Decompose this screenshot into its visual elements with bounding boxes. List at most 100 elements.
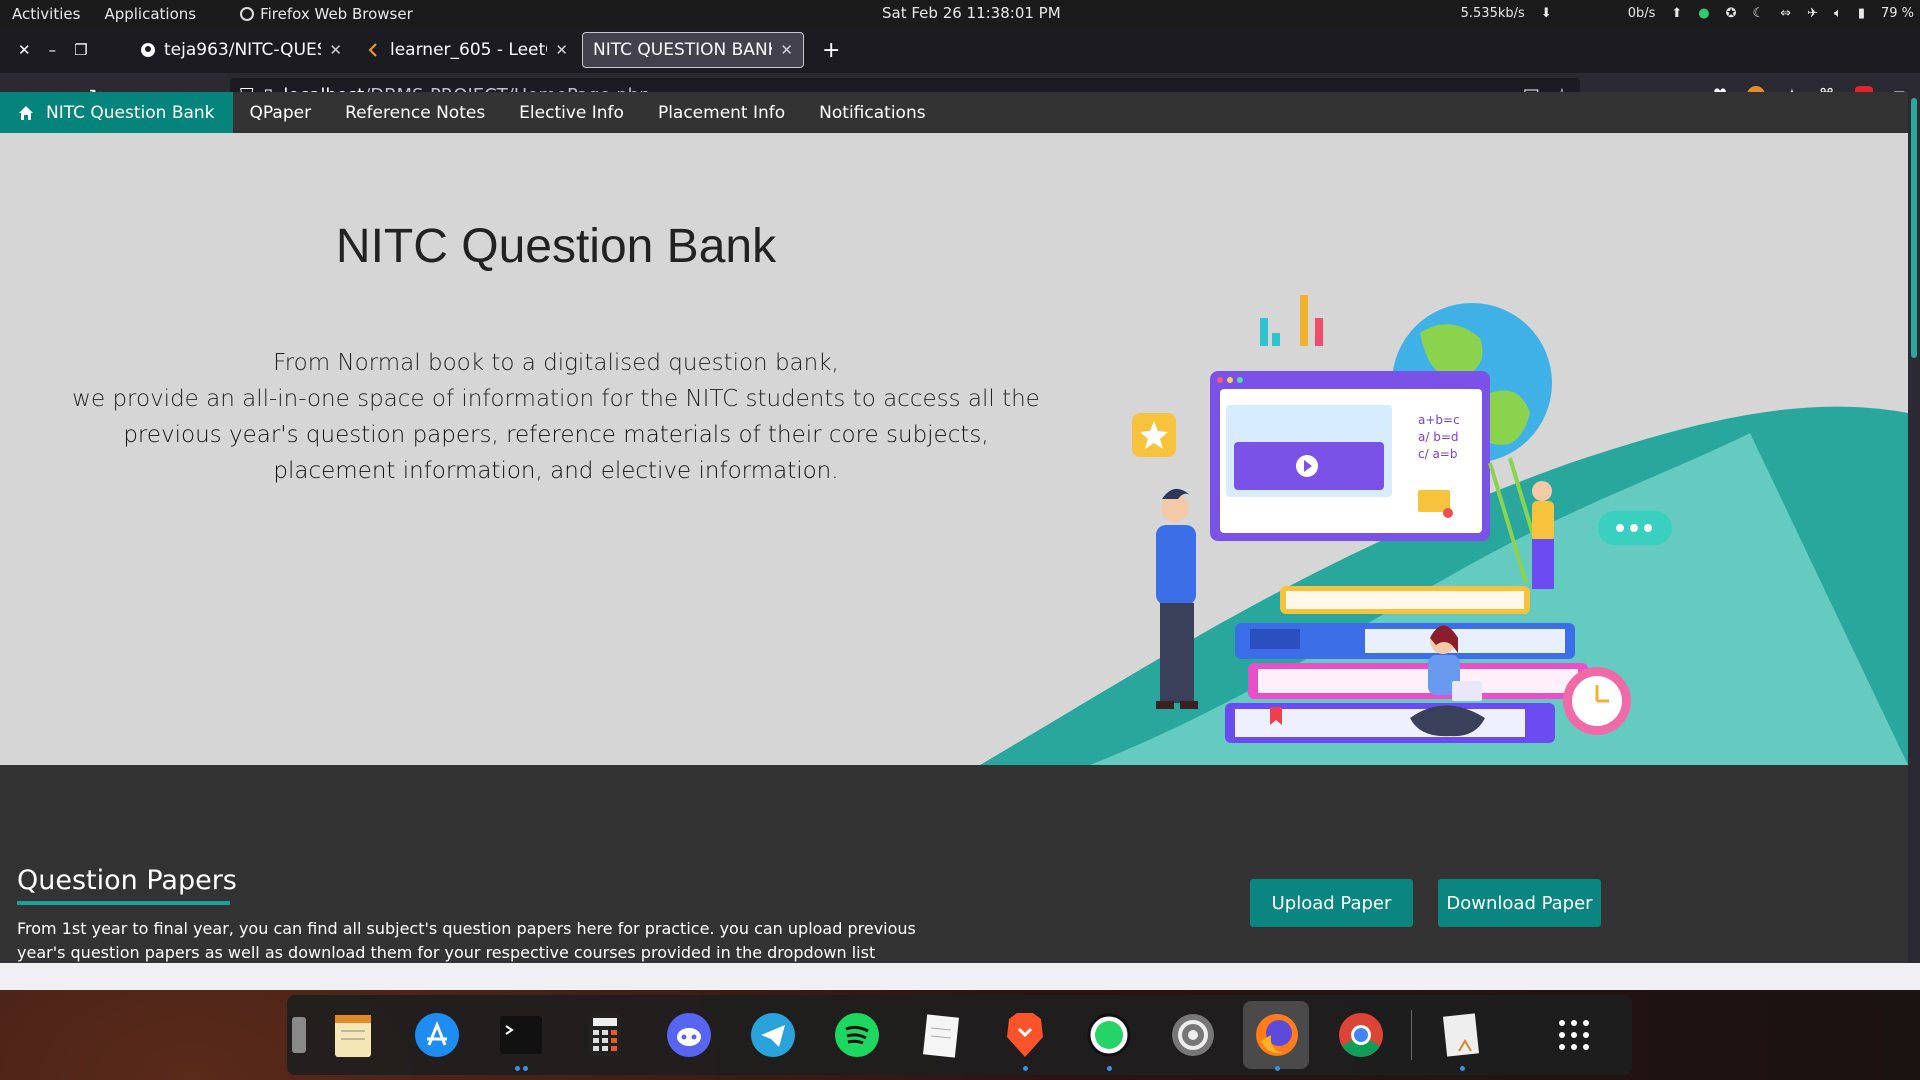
close-window-icon[interactable]: ✕: [18, 41, 31, 59]
home-icon: [19, 105, 33, 120]
network-icon[interactable]: ⇔: [1780, 6, 1791, 21]
formula-3: c/ a=b: [1418, 447, 1457, 461]
calculator-icon: [589, 1014, 621, 1056]
discord-icon: [667, 1013, 711, 1057]
brave-icon: [1007, 1013, 1043, 1057]
hero-section: NITC Question Bank From Normal book to a…: [0, 133, 1908, 765]
dock-firefox[interactable]: [1235, 995, 1319, 1075]
text-editor-icon: [335, 1015, 371, 1057]
page-scrollbar[interactable]: [1908, 92, 1920, 963]
close-tab-icon[interactable]: ✕: [329, 41, 342, 59]
battery-icon[interactable]: ▮: [1858, 6, 1865, 21]
dock-whatsapp[interactable]: [1067, 995, 1151, 1075]
telegram-icon: [751, 1013, 795, 1057]
files-icon: [292, 1017, 306, 1053]
dock-separator: [1411, 1010, 1412, 1060]
app-store-icon: [415, 1013, 459, 1057]
hero-title: NITC Question Bank: [335, 220, 777, 273]
net-down-speed: 5.535kb/s: [1460, 6, 1525, 21]
whatsapp-tray-icon[interactable]: ●: [1698, 6, 1709, 21]
dock-document-viewer[interactable]: [1420, 995, 1504, 1075]
clock[interactable]: Sat Feb 26 11:38:01 PM: [882, 4, 1061, 22]
whatsapp-icon: [1087, 1013, 1131, 1057]
nav-reference-notes[interactable]: Reference Notes: [328, 103, 502, 123]
dock-brave[interactable]: [983, 995, 1067, 1075]
notes-icon: [922, 1014, 960, 1058]
hero-illustration: a+b=c a/ b=d c/ a=b: [980, 295, 1908, 765]
show-apps-grid-icon: [1559, 1020, 1589, 1050]
nav-qpaper[interactable]: QPaper: [233, 103, 329, 123]
tab-title: teja963/NITC-QUEST: [164, 40, 322, 60]
tab-title: NITC QUESTION BANK: [593, 40, 773, 60]
dock-telegram[interactable]: [731, 995, 815, 1075]
tab-title: learner_605 - LeetCo: [390, 40, 547, 60]
chrome-icon: [1339, 1013, 1383, 1057]
spotify-icon: [835, 1013, 879, 1057]
nav-elective-info[interactable]: Elective Info: [502, 103, 641, 123]
restore-window-icon[interactable]: ❐: [74, 41, 87, 59]
system-tray: 5.535kb/s ⬇ 0b/s ⬆ ● ✪ ☾ ⇔ ✈ 🔈︎ ▮ 79 %: [1461, 0, 1914, 27]
applications-menu[interactable]: Applications: [92, 5, 208, 23]
dock-calculator[interactable]: [563, 995, 647, 1075]
accessibility-icon[interactable]: ✪: [1726, 6, 1737, 21]
settings-icon: [1172, 1014, 1214, 1056]
system-topbar: Activities Applications Firefox Web Brow…: [0, 0, 1920, 27]
site-navbar: NITC Question Bank QPaper Reference Note…: [0, 92, 1908, 133]
activities-button[interactable]: Activities: [0, 5, 92, 23]
dock-spotify[interactable]: [815, 995, 899, 1075]
section-text-line: From 1st year to final year, you can fin…: [17, 919, 916, 938]
focused-app-label: Firefox Web Browser: [260, 4, 413, 23]
minimize-window-icon[interactable]: –: [49, 41, 57, 59]
download-arrow-icon: ⬇: [1540, 6, 1552, 21]
section-description: From 1st year to final year, you can fin…: [17, 917, 977, 963]
close-tab-icon[interactable]: ✕: [780, 41, 793, 59]
tab-github[interactable]: teja963/NITC-QUEST ✕: [130, 32, 352, 68]
hero-line: we provide an all-in-one space of inform…: [72, 386, 1040, 412]
volume-icon[interactable]: 🔈︎: [1834, 6, 1842, 21]
hero-line: From Normal book to a digitalised questi…: [273, 350, 839, 376]
leetcode-icon: [368, 43, 377, 57]
dock-terminal[interactable]: [479, 995, 563, 1075]
airplane-icon: ✈: [1807, 6, 1818, 21]
dock-show-apps[interactable]: [1532, 995, 1616, 1075]
tab-strip: ✕ – ❐ teja963/NITC-QUEST ✕ learner_605 -…: [0, 27, 1920, 73]
section-text-line: year's question papers as well as downlo…: [17, 943, 876, 962]
firefox-icon: [1256, 1014, 1298, 1056]
web-page: NITC Question Bank QPaper Reference Note…: [0, 92, 1908, 963]
document-viewer-icon: [1442, 1013, 1480, 1057]
dock-app-store[interactable]: [395, 995, 479, 1075]
nav-brand[interactable]: NITC Question Bank: [0, 92, 233, 133]
tab-nitc-question-bank[interactable]: NITC QUESTION BANK ✕: [582, 32, 804, 68]
firefox-small-icon: [240, 6, 255, 21]
new-tab-button[interactable]: +: [808, 38, 840, 63]
section-title: Question Papers: [17, 865, 237, 896]
dock-chrome[interactable]: [1319, 995, 1403, 1075]
focused-app-menu[interactable]: Firefox Web Browser: [228, 5, 425, 23]
section-title-underline: [17, 901, 230, 905]
upload-paper-button[interactable]: Upload Paper: [1250, 879, 1413, 927]
nav-placement-info[interactable]: Placement Info: [641, 103, 802, 123]
scroll-thumb[interactable]: [1911, 98, 1917, 358]
night-light-icon: ☾: [1752, 6, 1765, 21]
question-papers-section: Question Papers From 1st year to final y…: [0, 765, 1908, 963]
download-paper-button[interactable]: Download Paper: [1438, 879, 1601, 927]
hero-line: placement information, and elective info…: [273, 458, 839, 484]
net-up-speed: 0b/s: [1627, 6, 1656, 21]
nav-notifications[interactable]: Notifications: [802, 103, 942, 123]
dock-text-editor[interactable]: [311, 995, 395, 1075]
hero-description: From Normal book to a digitalised questi…: [0, 345, 1112, 489]
formula-1: a+b=c: [1418, 413, 1460, 427]
dock-files[interactable]: [287, 995, 311, 1075]
dock-notes[interactable]: [899, 995, 983, 1075]
upload-arrow-icon: ⬆: [1671, 6, 1683, 21]
github-icon: [141, 43, 155, 57]
close-tab-icon[interactable]: ✕: [555, 41, 568, 59]
window-controls: ✕ – ❐: [0, 41, 130, 59]
dock-settings[interactable]: [1151, 995, 1235, 1075]
dock-discord[interactable]: [647, 995, 731, 1075]
terminal-icon: [500, 1016, 542, 1054]
hero-line: previous year's question papers, referen…: [123, 422, 989, 448]
brand-label: NITC Question Bank: [46, 102, 215, 123]
tab-leetcode[interactable]: learner_605 - LeetCo ✕: [356, 32, 578, 68]
battery-level: 79 %: [1880, 6, 1914, 21]
